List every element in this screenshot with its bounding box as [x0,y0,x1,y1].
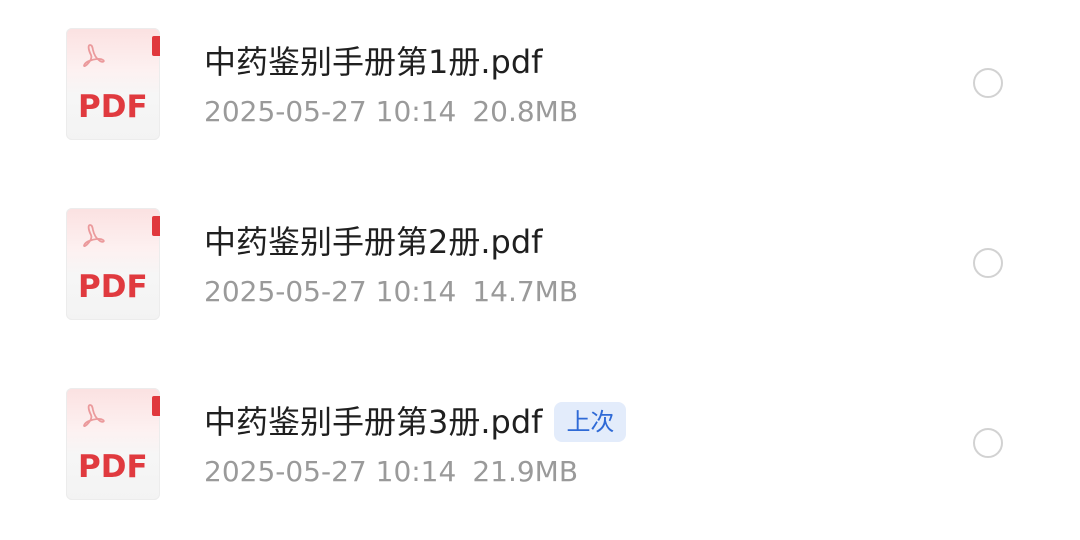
pdf-corner-tab [152,216,160,236]
last-opened-badge: 上次 [554,402,627,442]
acrobat-icon [83,44,105,68]
file-list: PDF 中药鉴别手册第1册.pdf 2025-05-27 10:14 20.8MB… [0,0,1080,520]
pdf-type-label: PDF [78,449,148,485]
file-size: 21.9MB [472,455,579,488]
file-name-line: 中药鉴别手册第3册.pdf 上次 [204,400,627,444]
acrobat-icon [83,224,105,248]
file-size: 14.7MB [472,275,579,308]
file-name-line: 中药鉴别手册第1册.pdf [204,40,542,84]
file-date: 2025-05-27 10:14 [204,455,457,488]
file-size: 20.8MB [472,95,579,128]
pdf-file-icon: PDF [66,28,160,140]
file-name[interactable]: 中药鉴别手册第3册.pdf [204,400,542,444]
acrobat-icon [83,404,105,428]
file-row[interactable]: PDF 中药鉴别手册第1册.pdf 2025-05-27 10:14 20.8MB [0,0,1080,180]
file-meta: 2025-05-27 10:14 14.7MB [204,274,578,310]
pdf-corner-tab [152,396,160,416]
file-name[interactable]: 中药鉴别手册第1册.pdf [204,40,542,84]
file-row[interactable]: PDF 中药鉴别手册第3册.pdf 上次 2025-05-27 10:14 21.… [0,360,1080,540]
file-name-line: 中药鉴别手册第2册.pdf [204,220,542,264]
file-meta: 2025-05-27 10:14 21.9MB [204,454,578,490]
file-name[interactable]: 中药鉴别手册第2册.pdf [204,220,542,264]
pdf-type-label: PDF [78,269,148,305]
pdf-file-icon: PDF [66,208,160,320]
file-meta: 2025-05-27 10:14 20.8MB [204,94,578,130]
pdf-type-label: PDF [78,89,148,125]
pdf-corner-tab [152,36,160,56]
file-date: 2025-05-27 10:14 [204,275,457,308]
select-radio-icon[interactable] [973,248,1003,278]
pdf-file-icon: PDF [66,388,160,500]
file-date: 2025-05-27 10:14 [204,95,457,128]
file-row[interactable]: PDF 中药鉴别手册第2册.pdf 2025-05-27 10:14 14.7MB [0,180,1080,360]
select-radio-icon[interactable] [973,428,1003,458]
select-radio-icon[interactable] [973,68,1003,98]
